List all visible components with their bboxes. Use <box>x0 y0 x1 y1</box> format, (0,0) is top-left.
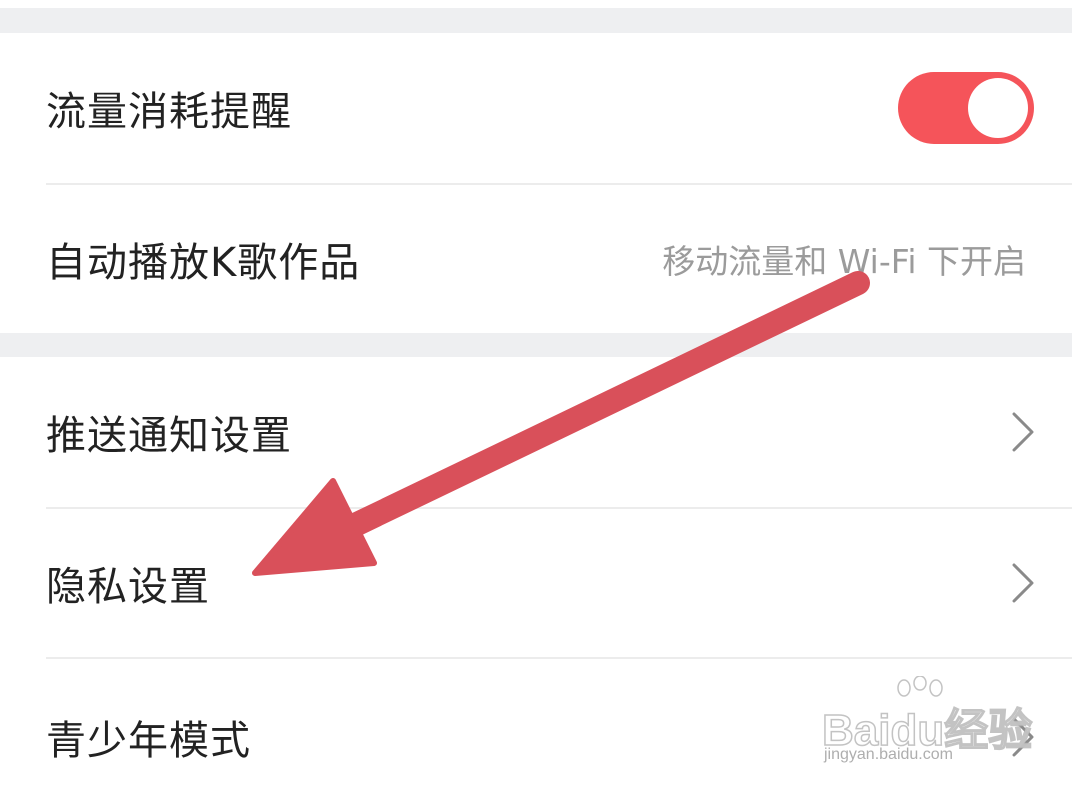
section-gap-top <box>0 0 1072 33</box>
section-gap <box>0 333 1072 357</box>
data-usage-reminder-toggle[interactable] <box>898 72 1034 144</box>
chevron-right-icon <box>1012 717 1034 757</box>
setting-label-teen-mode: 青少年模式 <box>46 718 251 764</box>
setting-row-autoplay-karaoke[interactable]: 自动播放K歌作品 移动流量和 Wi-Fi 下开启 <box>0 185 1072 333</box>
setting-label-push-notifications: 推送通知设置 <box>46 413 292 459</box>
settings-page: 流量消耗提醒 自动播放K歌作品 移动流量和 Wi-Fi 下开启 推送通知设置 隐… <box>0 0 1072 792</box>
setting-row-privacy[interactable]: 隐私设置 <box>0 509 1072 657</box>
setting-row-teen-mode[interactable]: 青少年模式 <box>0 659 1072 792</box>
setting-label-autoplay-karaoke: 自动播放K歌作品 <box>46 240 361 286</box>
section-gap-bar <box>0 8 1072 33</box>
setting-row-data-usage-reminder[interactable]: 流量消耗提醒 <box>0 33 1072 183</box>
toggle-knob <box>968 78 1028 138</box>
chevron-right-icon <box>1012 563 1034 603</box>
setting-label-privacy: 隐私设置 <box>46 564 210 610</box>
setting-value-autoplay-karaoke: 移动流量和 Wi-Fi 下开启 <box>662 242 1026 281</box>
setting-row-push-notifications[interactable]: 推送通知设置 <box>0 357 1072 507</box>
setting-label-data-usage-reminder: 流量消耗提醒 <box>46 89 292 135</box>
chevron-right-icon <box>1012 412 1034 452</box>
